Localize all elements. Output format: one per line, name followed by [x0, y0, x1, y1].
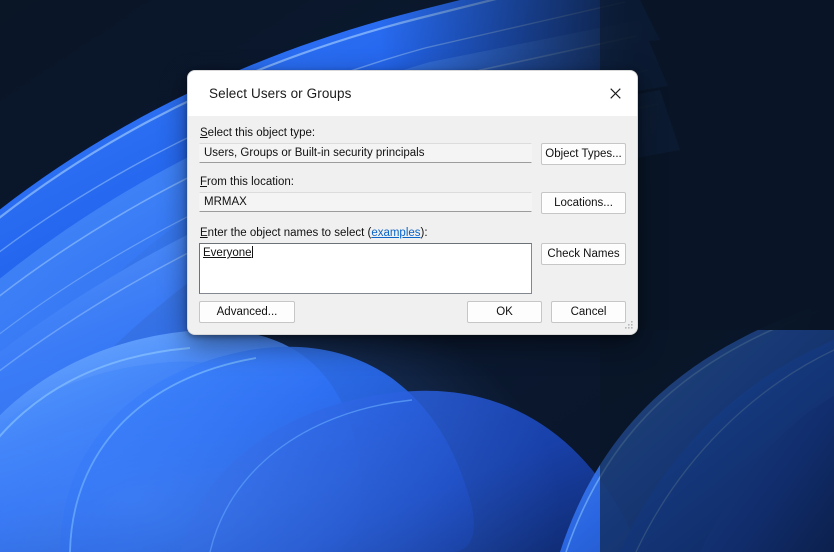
dialog-title: Select Users or Groups: [209, 86, 352, 101]
locations-button[interactable]: Locations...: [541, 192, 626, 214]
object-type-row: Users, Groups or Built-in security princ…: [199, 143, 626, 165]
object-names-label: Enter the object names to select (exampl…: [200, 227, 428, 239]
object-type-field[interactable]: Users, Groups or Built-in security princ…: [199, 143, 532, 163]
dialog-button-row: Advanced... OK Cancel: [199, 301, 626, 323]
object-names-value: Everyone: [203, 247, 252, 259]
object-types-button[interactable]: Object Types...: [541, 143, 626, 165]
location-field[interactable]: MRMAX: [199, 192, 532, 212]
dialog-titlebar: Select Users or Groups: [188, 71, 637, 116]
object-names-row: Everyone Check Names: [199, 243, 626, 294]
text-caret: [251, 246, 253, 258]
close-button[interactable]: [593, 71, 637, 116]
object-names-textarea[interactable]: Everyone: [199, 243, 532, 294]
dialog-body: Select this object type: Users, Groups o…: [188, 116, 637, 334]
location-row: MRMAX Locations...: [199, 192, 626, 214]
primary-buttons: OK Cancel: [467, 301, 626, 323]
object-type-label: Select this object type:: [200, 127, 316, 139]
select-users-or-groups-dialog: Select Users or Groups Select this objec…: [187, 70, 638, 335]
location-label: From this location:: [200, 176, 294, 188]
advanced-button[interactable]: Advanced...: [199, 301, 295, 323]
check-names-button[interactable]: Check Names: [541, 243, 626, 265]
cancel-button[interactable]: Cancel: [551, 301, 626, 323]
resize-grip-icon[interactable]: [622, 320, 634, 332]
ok-button[interactable]: OK: [467, 301, 542, 323]
examples-link[interactable]: examples: [371, 227, 420, 239]
close-icon: [609, 88, 621, 99]
